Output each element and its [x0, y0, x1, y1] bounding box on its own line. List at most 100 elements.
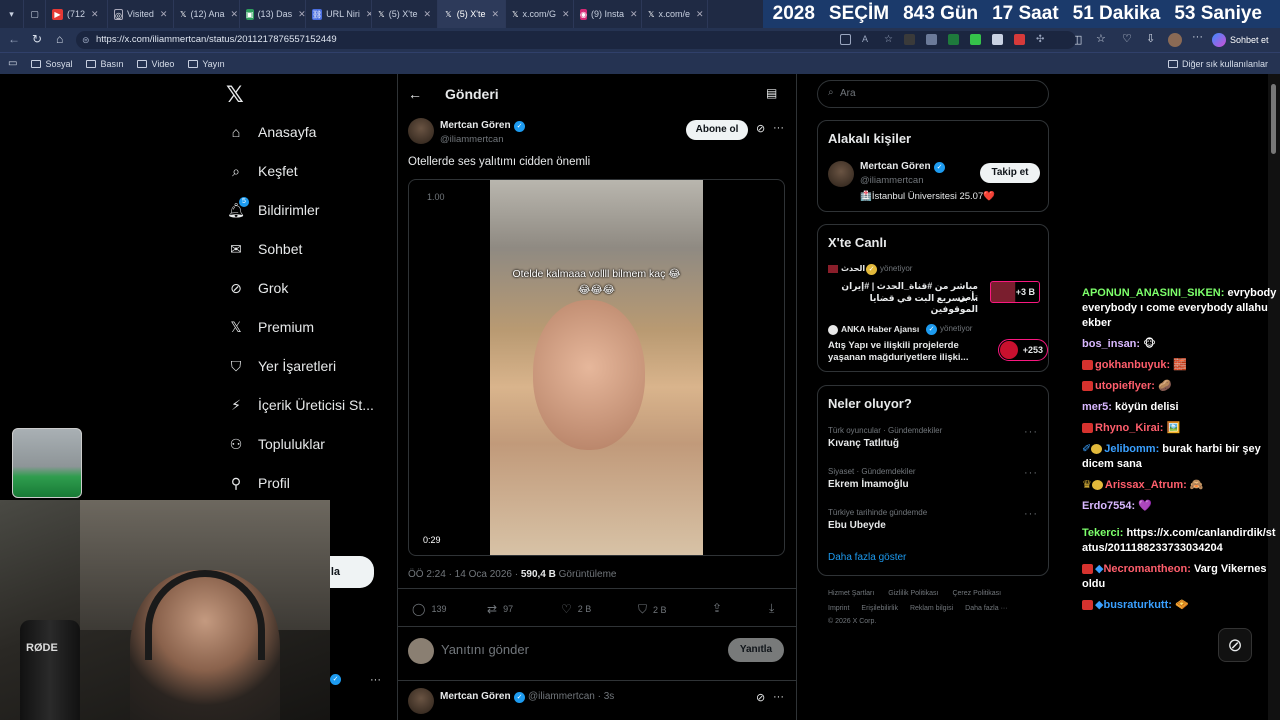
read-aloud-icon[interactable]: A — [862, 34, 873, 45]
tab-9[interactable]: 𝕏x.com/e ✕ — [642, 0, 708, 28]
footer-link[interactable]: Erişilebilirlik — [861, 605, 898, 612]
reply-action[interactable]: ◯ 139 — [412, 602, 446, 616]
close-icon[interactable]: ✕ — [160, 9, 168, 20]
grok-explain-icon[interactable]: ⊘ — [756, 122, 765, 135]
download-icon[interactable]: ⤓ — [769, 601, 774, 616]
tab-8[interactable]: ◉ (9) Insta ✕ — [574, 0, 642, 28]
related-avatar[interactable] — [828, 161, 854, 187]
trend-item[interactable]: Siyaset · Gündemdekiler Ekrem İmamoğlu — [828, 467, 916, 490]
tab-4[interactable]: ⛓URL Niri✕ — [306, 0, 372, 28]
back-arrow-icon[interactable]: ← — [408, 86, 422, 102]
bookmark-action[interactable]: ⛉ 2 B — [638, 602, 667, 617]
search-input[interactable]: ⌕ Ara — [817, 80, 1049, 108]
close-icon[interactable]: ✕ — [423, 9, 431, 20]
grok-explain-icon[interactable]: ⊘ — [756, 691, 765, 704]
bookmark-folder-sosyal[interactable]: Sosyal — [31, 59, 72, 69]
share-icon[interactable]: ⇪ — [712, 601, 722, 615]
nav-premium[interactable]: 𝕏 Premium — [228, 319, 314, 336]
subscribe-button[interactable]: Abone ol — [686, 120, 748, 140]
close-icon[interactable]: ✕ — [491, 9, 499, 20]
site-info-icon[interactable]: ⊜ — [82, 31, 90, 49]
more-icon[interactable]: ··· — [1192, 31, 1203, 43]
tab-0[interactable]: ▶ (712 ✕ — [46, 0, 108, 28]
nav-explore[interactable]: ⌕ Keşfet — [228, 163, 298, 180]
reply-button[interactable]: Yanıtla — [728, 638, 784, 662]
close-icon[interactable]: ✕ — [91, 9, 99, 20]
extension-ext5-icon[interactable] — [991, 34, 1003, 45]
star-icon[interactable]: ☆ — [884, 34, 893, 45]
extensions-puzzle-icon[interactable]: ✣ — [1036, 34, 1044, 45]
footer-link[interactable]: Imprint — [828, 605, 849, 612]
tab-7[interactable]: 𝕏x.com/G ✕ — [506, 0, 574, 28]
reply-input[interactable]: Yanıtını gönder — [441, 642, 529, 657]
footer-link[interactable]: Daha fazla ··· — [965, 605, 1007, 612]
live-item-2[interactable]: ANKA Haber Ajansı ✓ yönetiyor Atış Yapı … — [828, 323, 1048, 369]
copilot-chat-button[interactable]: Sohbet et — [1212, 31, 1269, 49]
video-speed[interactable]: 1.00 — [427, 192, 445, 202]
extension-ext4-icon[interactable] — [969, 34, 981, 45]
live2-listeners[interactable]: +253 — [998, 339, 1048, 361]
reader-mode-icon[interactable]: ▤ — [766, 86, 777, 100]
more-options-icon[interactable]: ··· — [1024, 426, 1038, 438]
nav-profile[interactable]: ⚲ Profil — [228, 475, 290, 492]
show-more-link[interactable]: Daha fazla göster — [828, 552, 906, 563]
close-icon[interactable]: ✕ — [298, 9, 305, 20]
back-icon[interactable]: ← — [8, 32, 20, 46]
close-icon[interactable]: ✕ — [696, 9, 704, 20]
footer-link[interactable]: Hizmet Şartları — [828, 590, 874, 597]
follow-button[interactable]: Takip et — [980, 163, 1040, 183]
author-avatar[interactable] — [408, 118, 434, 144]
footer-link[interactable]: Gizlilik Politikası — [888, 590, 938, 597]
live-item-1[interactable]: الحدث ✓ yönetiyor مباشر من #قناة_الحدث |… — [828, 263, 1040, 314]
url-field[interactable]: ⊜ https://x.com/iliammertcan/status/2011… — [76, 31, 1076, 49]
trend-item[interactable]: Türk oyuncular · Gündemdekiler Kıvanç Ta… — [828, 426, 942, 449]
tab-menu[interactable]: ▾ — [0, 0, 24, 28]
next-reply-avatar[interactable] — [408, 688, 434, 714]
bookmark-folder-video[interactable]: Video — [137, 59, 174, 69]
bookmark-folder-yayin[interactable]: Yayın — [188, 59, 225, 69]
nav-communities[interactable]: ⚇ Topluluklar — [228, 436, 325, 453]
like-action[interactable]: ♡ 2 B — [561, 602, 591, 616]
tab-5[interactable]: 𝕏 (5) X'te ✕ — [372, 0, 438, 28]
close-icon[interactable]: ✕ — [230, 9, 238, 20]
tab-workspaces[interactable]: ▢ — [24, 0, 46, 28]
more-options-icon[interactable]: ··· — [1024, 508, 1038, 520]
next-reply-author[interactable]: Mertcan Gören — [440, 691, 511, 702]
trend-item[interactable]: Türkiye tarihinde gündemde Ebu Ubeyde — [828, 508, 927, 531]
more-options-icon[interactable]: ··· — [773, 122, 784, 134]
extension-ext6-icon[interactable] — [1013, 34, 1025, 45]
tab-6-active[interactable]: 𝕏 (5) X'te ✕ — [438, 0, 506, 28]
grok-floating-icon[interactable]: ⊘ — [1218, 628, 1252, 662]
nav-creator-studio[interactable]: ⚡︎ İçerik Üreticisi St... — [228, 397, 374, 414]
nav-grok[interactable]: ⊘ Grok — [228, 280, 288, 297]
more-options-icon[interactable]: ··· — [773, 691, 784, 703]
other-bookmarks[interactable]: Diğer sık kullanılanlar — [1167, 59, 1268, 69]
nav-bookmarks[interactable]: ⛉ Yer İşaretleri — [228, 358, 336, 375]
favorites-icon[interactable]: ☆ — [1096, 32, 1106, 45]
close-icon[interactable]: ✕ — [630, 9, 638, 20]
close-icon[interactable]: ✕ — [562, 9, 570, 20]
extension-ext1-icon[interactable] — [903, 34, 915, 45]
downloads-icon[interactable]: ⇩ — [1146, 32, 1155, 45]
home-icon[interactable]: ⌂ — [56, 32, 63, 46]
extension-ext2-icon[interactable] — [925, 34, 937, 45]
related-name[interactable]: Mertcan Gören — [860, 161, 931, 172]
author-name[interactable]: Mertcan Gören — [440, 120, 511, 131]
nav-notifications[interactable]: 🔔︎ 5 Bildirimler — [227, 197, 319, 218]
account-more-icon[interactable]: ··· — [370, 674, 381, 686]
tab-1[interactable]: ◎ Visited ✕ — [108, 0, 174, 28]
x-logo-icon[interactable]: 𝕏 — [226, 82, 244, 108]
extension-ext3-icon[interactable] — [947, 34, 959, 45]
scrollbar-thumb[interactable] — [1271, 84, 1276, 154]
author-handle[interactable]: @iliammertcan — [440, 134, 504, 145]
bookmark-folder-basin[interactable]: Basın — [86, 59, 123, 69]
nav-home[interactable]: ⌂ Anasayfa — [228, 124, 317, 140]
extensions-icon[interactable]: ♡ — [1122, 32, 1132, 45]
reload-icon[interactable]: ↻ — [32, 32, 42, 46]
footer-link[interactable]: Reklam bilgisi — [910, 605, 953, 612]
live1-listeners[interactable]: +3 B — [990, 281, 1040, 303]
apps-icon[interactable] — [840, 34, 851, 45]
video-player[interactable]: Otelde kalmaaa vollll bilmem kaç 😂 😂😂😂 1… — [408, 179, 785, 556]
repost-action[interactable]: ⇄ 97 — [487, 602, 513, 616]
profile-avatar-icon[interactable] — [1168, 33, 1182, 47]
